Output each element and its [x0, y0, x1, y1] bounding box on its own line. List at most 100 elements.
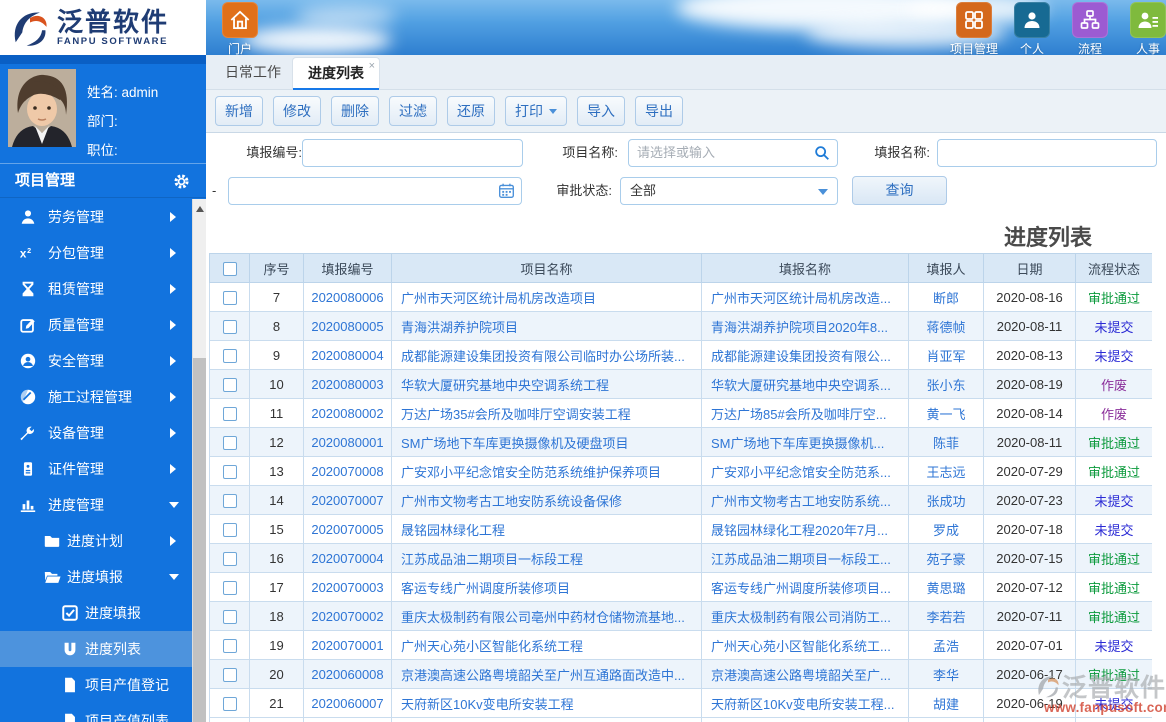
cell-project-link[interactable]: 晟铭园林绿化工程 [391, 514, 702, 544]
row-checkbox[interactable] [222, 290, 237, 305]
column-header-序号[interactable]: 序号 [249, 253, 304, 283]
cell-project-link[interactable]: 广州市文物考古工地安防系统设备保修 [391, 485, 702, 515]
row-checkbox[interactable] [222, 348, 237, 363]
cell-code-link[interactable]: 2020080006 [303, 282, 392, 312]
cell-code-link[interactable]: 2020080003 [303, 369, 392, 399]
sidebar-scrollbar[interactable] [192, 199, 206, 722]
approval-status-select[interactable]: 全部 [620, 177, 838, 205]
scrollbar-up-icon[interactable] [196, 206, 204, 212]
toolbar-button-还原[interactable]: 还原 [447, 96, 495, 126]
row-checkbox[interactable] [222, 435, 237, 450]
toolbar-button-打印[interactable]: 打印 [505, 96, 567, 126]
toolbar-button-过滤[interactable]: 过滤 [389, 96, 437, 126]
cell-report-link[interactable]: 天府新区10Kv变电所安装工程... [701, 688, 909, 718]
cell-report-link[interactable]: 江苏成品油二期项目一标段工... [701, 543, 909, 573]
toolbar-button-修改[interactable]: 修改 [273, 96, 321, 126]
cell-project-link[interactable]: 客运专线广州调度所装修项目 [391, 572, 702, 602]
column-header-流程状态[interactable]: 流程状态 [1075, 253, 1152, 283]
column-header-日期[interactable]: 日期 [983, 253, 1076, 283]
row-checkbox[interactable] [222, 493, 237, 508]
cell-code-link[interactable]: 2020070002 [303, 601, 392, 631]
cell-code-link[interactable]: 2020080005 [303, 311, 392, 341]
column-header-项目名称[interactable]: 项目名称 [391, 253, 702, 283]
cell-report-link[interactable]: 广州市文物考古工地安防系统... [701, 485, 909, 515]
sidebar-module-header[interactable]: 项目管理 [0, 164, 206, 198]
cell-person[interactable]: 孟浩 [908, 630, 984, 660]
sidebar-item-进度填报[interactable]: 进度填报 [0, 595, 192, 631]
column-header-填报名称[interactable]: 填报名称 [701, 253, 909, 283]
cell-person[interactable]: 胡建 [908, 688, 984, 718]
cell-report-link[interactable]: 广州天心苑小区智能化系统工... [701, 630, 909, 660]
cell-person[interactable]: 陈菲 [908, 427, 984, 457]
row-checkbox[interactable] [222, 638, 237, 653]
cell-report-link[interactable]: 成都能源建设集团投资有限公... [701, 340, 909, 370]
cell-code-link[interactable]: 2020080002 [303, 398, 392, 428]
query-button[interactable]: 查询 [852, 176, 947, 205]
row-checkbox[interactable] [222, 696, 237, 711]
sidebar-item-租赁管理[interactable]: 租赁管理 [0, 271, 192, 307]
sidebar-item-设备管理[interactable]: 设备管理 [0, 415, 192, 451]
cell-report-link[interactable]: 京港澳高速公路粤境韶关至广... [701, 659, 909, 689]
row-checkbox[interactable] [222, 319, 237, 334]
cell-person[interactable]: 断郎 [908, 282, 984, 312]
row-checkbox[interactable] [222, 580, 237, 595]
row-checkbox[interactable] [222, 667, 237, 682]
cell-project-link[interactable]: 华软大厦研究基地中央空调系统工程 [391, 369, 702, 399]
cell-project-link[interactable]: 京港澳高速公路粤境韶关至广州互通路面改造中... [391, 659, 702, 689]
avatar[interactable] [8, 69, 76, 147]
cell-report-link[interactable]: SM广场地下车库更换摄像机... [701, 427, 909, 457]
cell-person[interactable]: 苑子豪 [908, 543, 984, 573]
cell-report-link[interactable]: 万达广场85#会所及咖啡厅空... [701, 398, 909, 428]
sidebar-item-项目产值登记[interactable]: 项目产值登记 [0, 667, 192, 703]
cell-person[interactable]: 黄一飞 [908, 398, 984, 428]
sidebar-item-分包管理[interactable]: x 2 分包管理 [0, 235, 192, 271]
cell-code-link[interactable]: 2020080001 [303, 427, 392, 457]
column-header-填报人[interactable]: 填报人 [908, 253, 984, 283]
cell-code-link[interactable]: 2020070005 [303, 514, 392, 544]
nav-app-personal[interactable]: 个人 [1003, 2, 1061, 55]
cell-project-link[interactable]: 广州天心苑小区智能化系统工程 [391, 630, 702, 660]
tab-close-icon[interactable]: × [369, 51, 375, 82]
cell-project-link[interactable]: 青海洪湖养护院项目 [391, 311, 702, 341]
cell-person[interactable]: 李华 [908, 659, 984, 689]
cell-code-link[interactable]: 2020070007 [303, 485, 392, 515]
cell-person[interactable]: 黄思璐 [908, 572, 984, 602]
cell-person[interactable]: 蒋德帧 [908, 311, 984, 341]
sidebar-item-进度计划[interactable]: 进度计划 [0, 523, 192, 559]
search-icon[interactable] [813, 144, 831, 162]
sidebar-item-项目产值列表[interactable]: 项目产值列表 [0, 703, 192, 722]
sidebar-item-进度列表[interactable]: 进度列表 [0, 631, 192, 667]
nav-app-project-mgmt[interactable]: 项目管理 [945, 2, 1003, 55]
cell-project-link[interactable]: 天府新区10Kv变电所安装工程 [391, 688, 702, 718]
sidebar-item-进度填报[interactable]: 进度填报 [0, 559, 192, 595]
cell-person[interactable]: 张成功 [908, 485, 984, 515]
row-checkbox[interactable] [222, 464, 237, 479]
calendar-icon[interactable] [498, 182, 515, 199]
cell-person[interactable]: 张小东 [908, 369, 984, 399]
cell-report-link[interactable]: 广州市天河区统计局机房改造... [701, 282, 909, 312]
row-checkbox[interactable] [222, 551, 237, 566]
cell-report-link[interactable]: 华软大厦研究基地中央空调系... [701, 369, 909, 399]
cell-project-link[interactable]: 万达广场35#会所及咖啡厅空调安装工程 [391, 398, 702, 428]
select-all-checkbox[interactable] [222, 261, 237, 276]
cell-project-link[interactable]: SM广场地下车库更换摄像机及硬盘项目 [391, 427, 702, 457]
cell-project-link[interactable]: 成都能源建设集团投资有限公司临时办公场所装... [391, 340, 702, 370]
sidebar-item-进度管理[interactable]: 进度管理 [0, 487, 192, 523]
tab-进度列表[interactable]: 进度列表 × [292, 57, 380, 90]
toolbar-button-导入[interactable]: 导入 [577, 96, 625, 126]
gear-icon[interactable] [173, 173, 190, 190]
cell-code-link[interactable]: 2020080004 [303, 340, 392, 370]
cell-code-link[interactable]: 2020070008 [303, 456, 392, 486]
column-header-填报编号[interactable]: 填报编号 [303, 253, 392, 283]
row-checkbox[interactable] [222, 406, 237, 421]
tab-日常工作[interactable]: 日常工作 [225, 55, 281, 90]
cell-code-link[interactable]: 2020070001 [303, 630, 392, 660]
cell-project-link[interactable]: 广安邓小平纪念馆安全防范系统维护保养项目 [391, 456, 702, 486]
cell-person[interactable]: 肖亚军 [908, 340, 984, 370]
nav-app-workflow[interactable]: 流程 [1061, 2, 1119, 55]
sidebar-item-证件管理[interactable]: 证件管理 [0, 451, 192, 487]
sidebar-item-质量管理[interactable]: 质量管理 [0, 307, 192, 343]
cell-code-link[interactable]: 2020060008 [303, 659, 392, 689]
scrollbar-thumb[interactable] [193, 358, 206, 722]
sidebar-item-安全管理[interactable]: 安全管理 [0, 343, 192, 379]
